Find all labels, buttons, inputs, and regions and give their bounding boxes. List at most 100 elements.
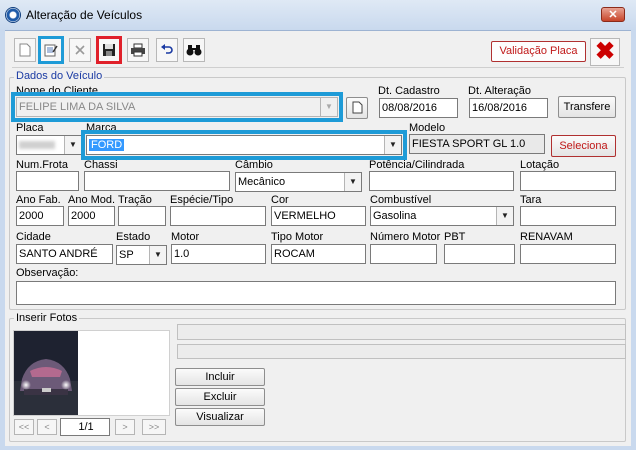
toolbar-divider: [12, 67, 624, 68]
pbt-field[interactable]: [444, 244, 515, 264]
print-button[interactable]: [127, 38, 149, 62]
edit-button[interactable]: [38, 36, 64, 64]
window-frame-bottom: [0, 446, 636, 450]
gearbox-value: Mecânico: [238, 176, 286, 188]
photo-page-indicator: 1/1: [60, 418, 110, 436]
exit-button[interactable]: ✖: [590, 38, 620, 66]
new-button[interactable]: [14, 38, 36, 62]
registration-date-field[interactable]: 08/08/2016: [379, 98, 458, 118]
photo-description-field: [177, 344, 626, 359]
color-field[interactable]: VERMELHO: [271, 206, 366, 226]
manufacture-year-field[interactable]: 2000: [16, 206, 64, 226]
new-document-icon: [19, 43, 31, 57]
fleet-number-label: Num.Frota: [16, 159, 68, 171]
printer-icon: [131, 43, 145, 57]
notes-label: Observação:: [16, 267, 79, 279]
engine-type-label: Tipo Motor: [271, 231, 324, 243]
engine-number-field[interactable]: [370, 244, 437, 264]
photos-legend: Inserir Fotos: [14, 312, 80, 324]
photo-frame: [13, 330, 170, 416]
window-title: Alteração de Veículos: [26, 8, 143, 22]
fleet-number-field[interactable]: [16, 171, 79, 191]
renavam-label: RENAVAM: [520, 231, 573, 243]
tare-field[interactable]: [520, 206, 616, 226]
search-button[interactable]: [183, 38, 205, 62]
window-frame-left: [0, 30, 5, 450]
include-photo-button[interactable]: Incluir: [175, 368, 265, 386]
client-name-select[interactable]: FELIPE LIMA DA SILVA ▼: [11, 92, 343, 122]
gearbox-label: Câmbio: [235, 159, 273, 171]
model-field: FIESTA SPORT GL 1.0: [409, 134, 545, 154]
capacity-label: Lotação: [520, 159, 560, 171]
delete-button[interactable]: [69, 38, 91, 62]
alteration-date-field[interactable]: 16/08/2016: [469, 98, 548, 118]
traction-label: Tração: [118, 194, 152, 206]
color-label: Cor: [271, 194, 289, 206]
model-label: Modelo: [409, 122, 446, 134]
city-field[interactable]: SANTO ANDRÉ: [16, 244, 113, 264]
chevron-down-icon: ▼: [320, 98, 337, 116]
registration-date-label: Dt. Cadastro: [378, 85, 440, 97]
traction-field[interactable]: [118, 206, 166, 226]
fuel-label: Combustível: [370, 194, 432, 206]
fuel-value: Gasolina: [373, 210, 417, 222]
renavam-field[interactable]: [520, 244, 616, 264]
state-label: Estado: [116, 231, 151, 243]
document-icon: [352, 101, 362, 114]
brand-value: FORD: [89, 139, 125, 151]
brand-label: Marca: [86, 122, 117, 134]
photo-path-field: [177, 324, 626, 340]
undo-button[interactable]: [156, 38, 178, 62]
binoculars-icon: [186, 45, 202, 56]
tare-label: Tara: [520, 194, 542, 206]
fuel-select[interactable]: Gasolina ▼: [370, 206, 514, 226]
first-photo-button[interactable]: <<: [14, 419, 34, 435]
delete-x-icon: [75, 45, 85, 55]
engine-field[interactable]: 1.0: [171, 244, 266, 264]
car-photo-thumbnail[interactable]: [14, 331, 78, 415]
engine-number-label: Número Motor: [370, 231, 441, 243]
brand-select[interactable]: FORD ▼: [81, 130, 407, 160]
validate-plate-button[interactable]: Validação Placa: [491, 41, 586, 62]
chevron-down-icon: ▼: [384, 136, 401, 154]
plate-blurred: [19, 141, 55, 149]
undo-arrow-icon: [161, 44, 173, 54]
vehicle-data-legend: Dados do Veículo: [14, 70, 105, 82]
engine-label: Motor: [171, 231, 200, 243]
previous-photo-button[interactable]: <: [37, 419, 57, 435]
client-details-button[interactable]: [346, 97, 368, 119]
chevron-down-icon: ▼: [64, 136, 81, 154]
client-name-label: Nome do Cliente: [16, 85, 98, 97]
model-year-field[interactable]: 2000: [68, 206, 115, 226]
power-label: Potência/Cilindrada: [369, 159, 465, 171]
next-photo-button[interactable]: >: [115, 419, 135, 435]
engine-type-field[interactable]: ROCAM: [271, 244, 366, 264]
client-name-value: FELIPE LIMA DA SILVA: [19, 101, 136, 113]
model-year-label: Ano Mod.: [68, 194, 116, 206]
gearbox-select[interactable]: Mecânico ▼: [235, 172, 362, 192]
view-photo-button[interactable]: Visualizar: [175, 408, 265, 426]
save-button[interactable]: [96, 36, 122, 64]
species-type-field[interactable]: [170, 206, 266, 226]
delete-photo-button[interactable]: Excluir: [175, 388, 265, 406]
plate-label: Placa: [16, 122, 44, 134]
power-field[interactable]: [369, 171, 514, 191]
alteration-date-label: Dt. Alteração: [468, 85, 531, 97]
chassis-field[interactable]: [84, 171, 230, 191]
notes-field[interactable]: [16, 281, 616, 305]
chassis-label: Chassi: [84, 159, 118, 171]
window-close-button[interactable]: ✕: [601, 7, 625, 22]
manufacture-year-label: Ano Fab.: [16, 194, 61, 206]
select-model-button[interactable]: Seleciona: [551, 135, 616, 157]
state-select[interactable]: SP ▼: [116, 245, 167, 265]
transfer-button[interactable]: Transfere: [558, 96, 616, 118]
last-photo-button[interactable]: >>: [142, 419, 166, 435]
city-label: Cidade: [16, 231, 51, 243]
window-frame-right: [631, 30, 636, 450]
plate-select[interactable]: ▼: [16, 135, 82, 155]
save-floppy-icon: [103, 44, 115, 56]
chevron-down-icon: ▼: [344, 173, 361, 191]
app-logo-icon: [5, 7, 21, 23]
capacity-field[interactable]: [520, 171, 616, 191]
chevron-down-icon: ▼: [149, 246, 166, 264]
